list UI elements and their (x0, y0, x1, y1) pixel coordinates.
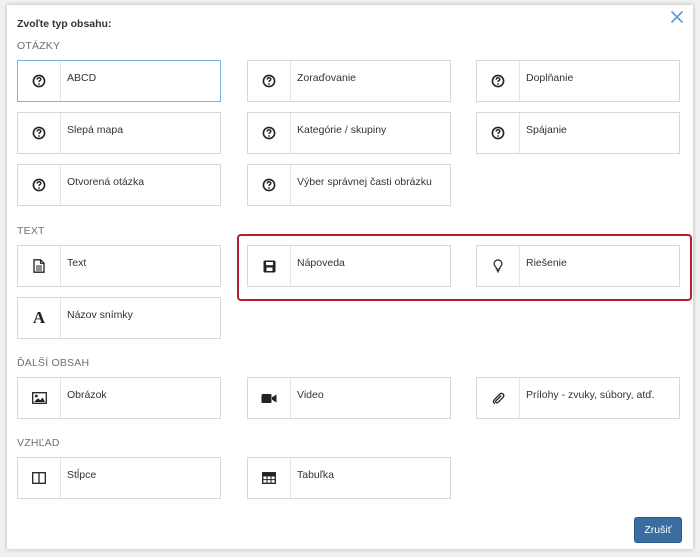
content-type-label: Riešenie (526, 257, 567, 269)
content-type-label: Slepá mapa (67, 124, 124, 136)
content-type-doplnanie[interactable]: Doplňanie (476, 60, 680, 102)
question-circle-icon (477, 61, 520, 101)
image-icon (18, 378, 61, 418)
content-type-spajanie[interactable]: Spájanie (476, 112, 680, 154)
content-type-label: Zoraďovanie (297, 72, 356, 84)
question-circle-icon (18, 165, 61, 205)
question-circle-icon (18, 113, 61, 153)
content-type-slepa-mapa[interactable]: Slepá mapa (17, 112, 221, 154)
section-label-layout: VZHĽAD (17, 437, 60, 449)
content-type-zoradovanie[interactable]: Zoraďovanie (247, 60, 451, 102)
dialog-title: Zvoľte typ obsahu: (17, 18, 112, 30)
content-type-obrazok[interactable]: Obrázok (17, 377, 221, 419)
question-circle-icon (248, 61, 291, 101)
question-circle-icon (248, 165, 291, 205)
content-type-nazov-snimky[interactable]: A Názov snímky (17, 297, 221, 339)
content-type-kategorie[interactable]: Kategórie / skupiny (247, 112, 451, 154)
close-icon[interactable] (669, 9, 685, 25)
content-type-label: Nápoveda (297, 257, 345, 269)
columns-icon (18, 458, 61, 498)
content-type-abcd[interactable]: ABCD (17, 60, 221, 102)
question-circle-icon (18, 61, 61, 101)
content-type-label: Tabuľka (297, 469, 334, 481)
paperclip-icon (477, 378, 520, 418)
content-type-otvorena-otazka[interactable]: Otvorená otázka (17, 164, 221, 206)
section-label-questions: OTÁZKY (17, 40, 61, 52)
content-type-label: Video (297, 389, 324, 401)
content-type-label: Spájanie (526, 124, 567, 136)
font-letter-icon: A (18, 298, 61, 338)
question-circle-icon (248, 113, 291, 153)
lightbulb-icon (477, 246, 520, 286)
content-type-tabulka[interactable]: Tabuľka (247, 457, 451, 499)
content-type-label: Text (67, 257, 87, 269)
content-type-label: Obrázok (67, 389, 107, 401)
content-type-label: Doplňanie (526, 72, 574, 84)
content-type-label: Prílohy - zvuky, súbory, atď. (526, 389, 655, 401)
question-circle-icon (477, 113, 520, 153)
video-camera-icon (248, 378, 291, 418)
content-type-label: ABCD (67, 72, 97, 84)
content-type-napoveda[interactable]: Nápoveda (247, 245, 451, 287)
content-type-label: Názov snímky (67, 309, 133, 321)
cancel-button[interactable]: Zrušiť (634, 517, 682, 543)
content-type-label: Kategórie / skupiny (297, 124, 387, 136)
table-icon (248, 458, 291, 498)
content-type-dialog: Zvoľte typ obsahu: OTÁZKY ABCD Zoraďovan… (7, 5, 693, 549)
content-type-riesenie[interactable]: Riešenie (476, 245, 680, 287)
section-label-other: ĎALŠÍ OBSAH (17, 357, 90, 369)
content-type-stlpce[interactable]: Stĺpce (17, 457, 221, 499)
document-icon (18, 246, 61, 286)
save-icon (248, 246, 291, 286)
content-type-prilohy[interactable]: Prílohy - zvuky, súbory, atď. (476, 377, 680, 419)
content-type-vyber-casti-obrazku[interactable]: Výber správnej časti obrázku (247, 164, 451, 206)
content-type-label: Stĺpce (67, 469, 97, 481)
content-type-video[interactable]: Video (247, 377, 451, 419)
content-type-label: Otvorená otázka (67, 176, 145, 188)
content-type-text[interactable]: Text (17, 245, 221, 287)
section-label-text: TEXT (17, 225, 45, 237)
content-type-label: Výber správnej časti obrázku (297, 176, 432, 188)
